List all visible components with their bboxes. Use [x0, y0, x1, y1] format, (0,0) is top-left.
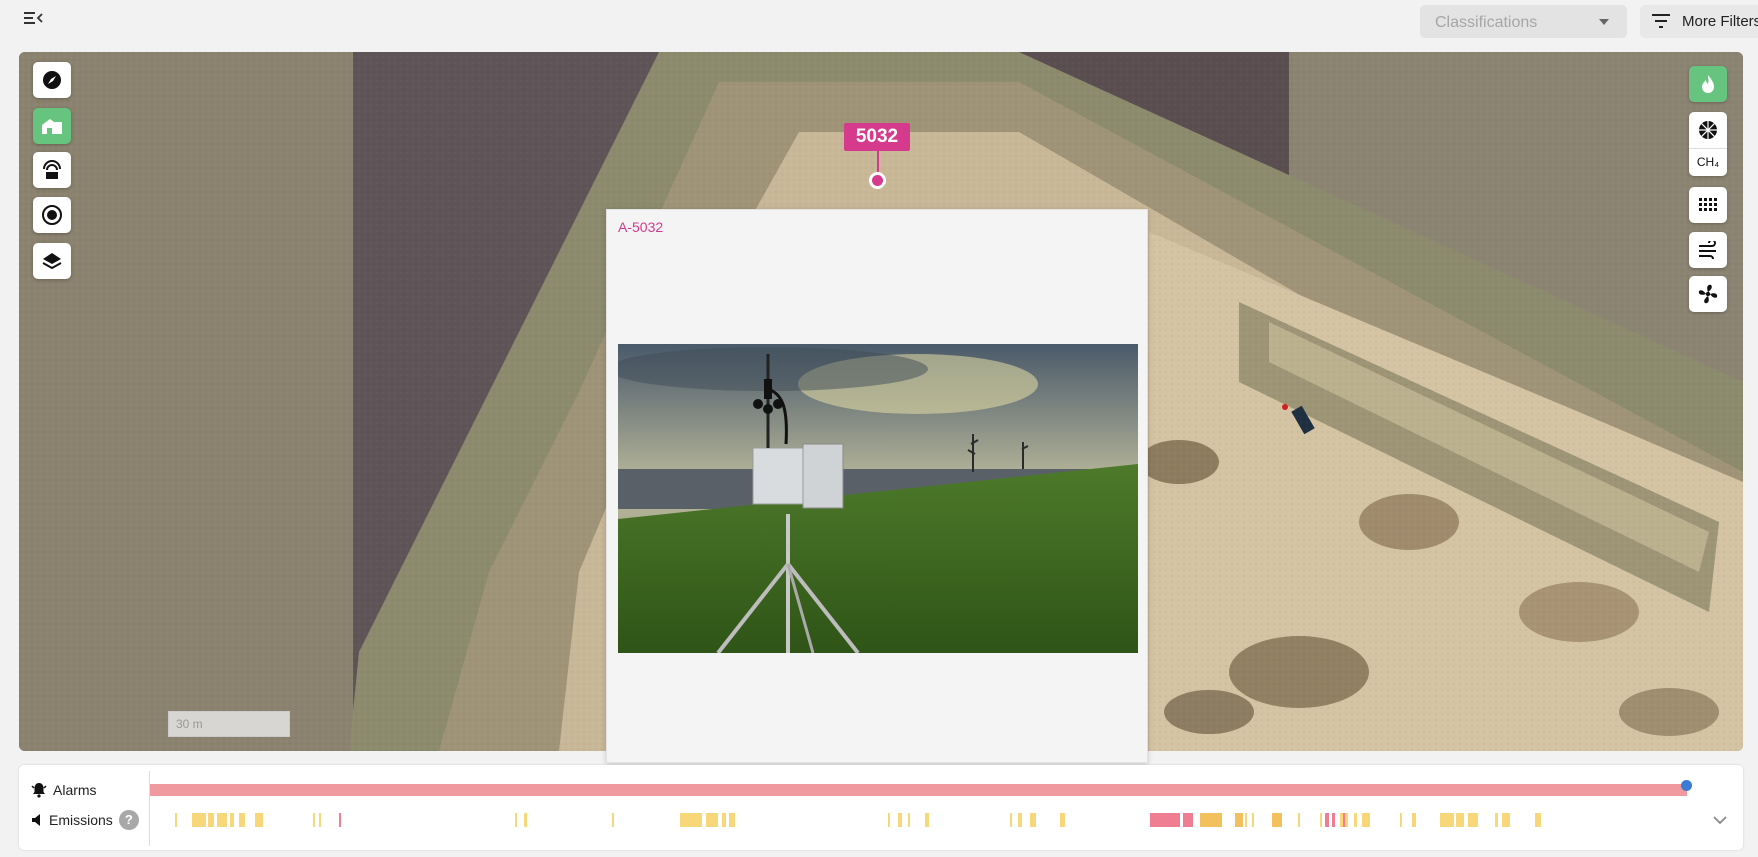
top-bar: Classifications More Filters [0, 0, 1758, 44]
ch4-button[interactable]: CH₄ [1689, 112, 1727, 176]
alarm-bar[interactable] [150, 784, 1687, 796]
popup-title[interactable]: A-5032 [618, 219, 663, 235]
site-popup: A-5032 [606, 209, 1148, 763]
emissions-label: Emissions [49, 812, 113, 828]
help-icon[interactable]: ? [118, 810, 139, 830]
filter-icon [1652, 14, 1670, 28]
compass-icon [43, 71, 61, 89]
flame-icon [1702, 75, 1714, 93]
monitoring-station-photo [618, 344, 1138, 653]
menu-collapse-icon[interactable] [24, 10, 48, 34]
site-button[interactable] [33, 108, 71, 144]
alarms-label: Alarms [53, 782, 97, 798]
chevron-down-icon [1599, 19, 1609, 25]
site-icon [42, 119, 62, 134]
timeline-divider [149, 771, 150, 846]
site-marker-stem [877, 151, 879, 173]
site-marker-label[interactable]: 5032 [844, 123, 910, 151]
classifications-placeholder: Classifications [1435, 14, 1538, 31]
classifications-select[interactable]: Classifications [1420, 5, 1627, 38]
emissions-row-label: Emissions ? [31, 810, 139, 830]
timeline-panel: Alarms Emissions ? [19, 765, 1743, 850]
chevron-down-icon[interactable] [1712, 813, 1728, 831]
fan-button[interactable] [1689, 276, 1727, 312]
compass-button[interactable] [33, 62, 71, 98]
emissions-track[interactable] [150, 813, 1687, 829]
more-filters-button[interactable]: More Filters [1640, 5, 1758, 38]
map-scale: 30 m [168, 711, 290, 737]
flame-button[interactable] [1689, 66, 1727, 102]
speaker-icon [32, 814, 40, 826]
more-filters-label: More Filters [1682, 13, 1758, 30]
grid-button[interactable] [1689, 187, 1727, 223]
timeline-cursor[interactable] [1681, 780, 1692, 791]
target-button[interactable] [33, 197, 71, 233]
tower-icon [43, 160, 61, 179]
layers-icon [42, 253, 62, 270]
bell-icon [31, 783, 47, 798]
target-icon [42, 205, 62, 225]
site-marker-pin[interactable] [869, 172, 886, 189]
layers-button[interactable] [33, 243, 71, 279]
grid-icon [1699, 198, 1717, 211]
ch4-label: CH₄ [1689, 148, 1727, 176]
tower-button[interactable] [33, 152, 71, 188]
wind-button[interactable] [1689, 232, 1727, 268]
fan-icon [1698, 284, 1718, 304]
alarms-row-label: Alarms [31, 782, 97, 798]
wind-icon [1699, 241, 1716, 259]
ch4-icon [1699, 121, 1717, 139]
